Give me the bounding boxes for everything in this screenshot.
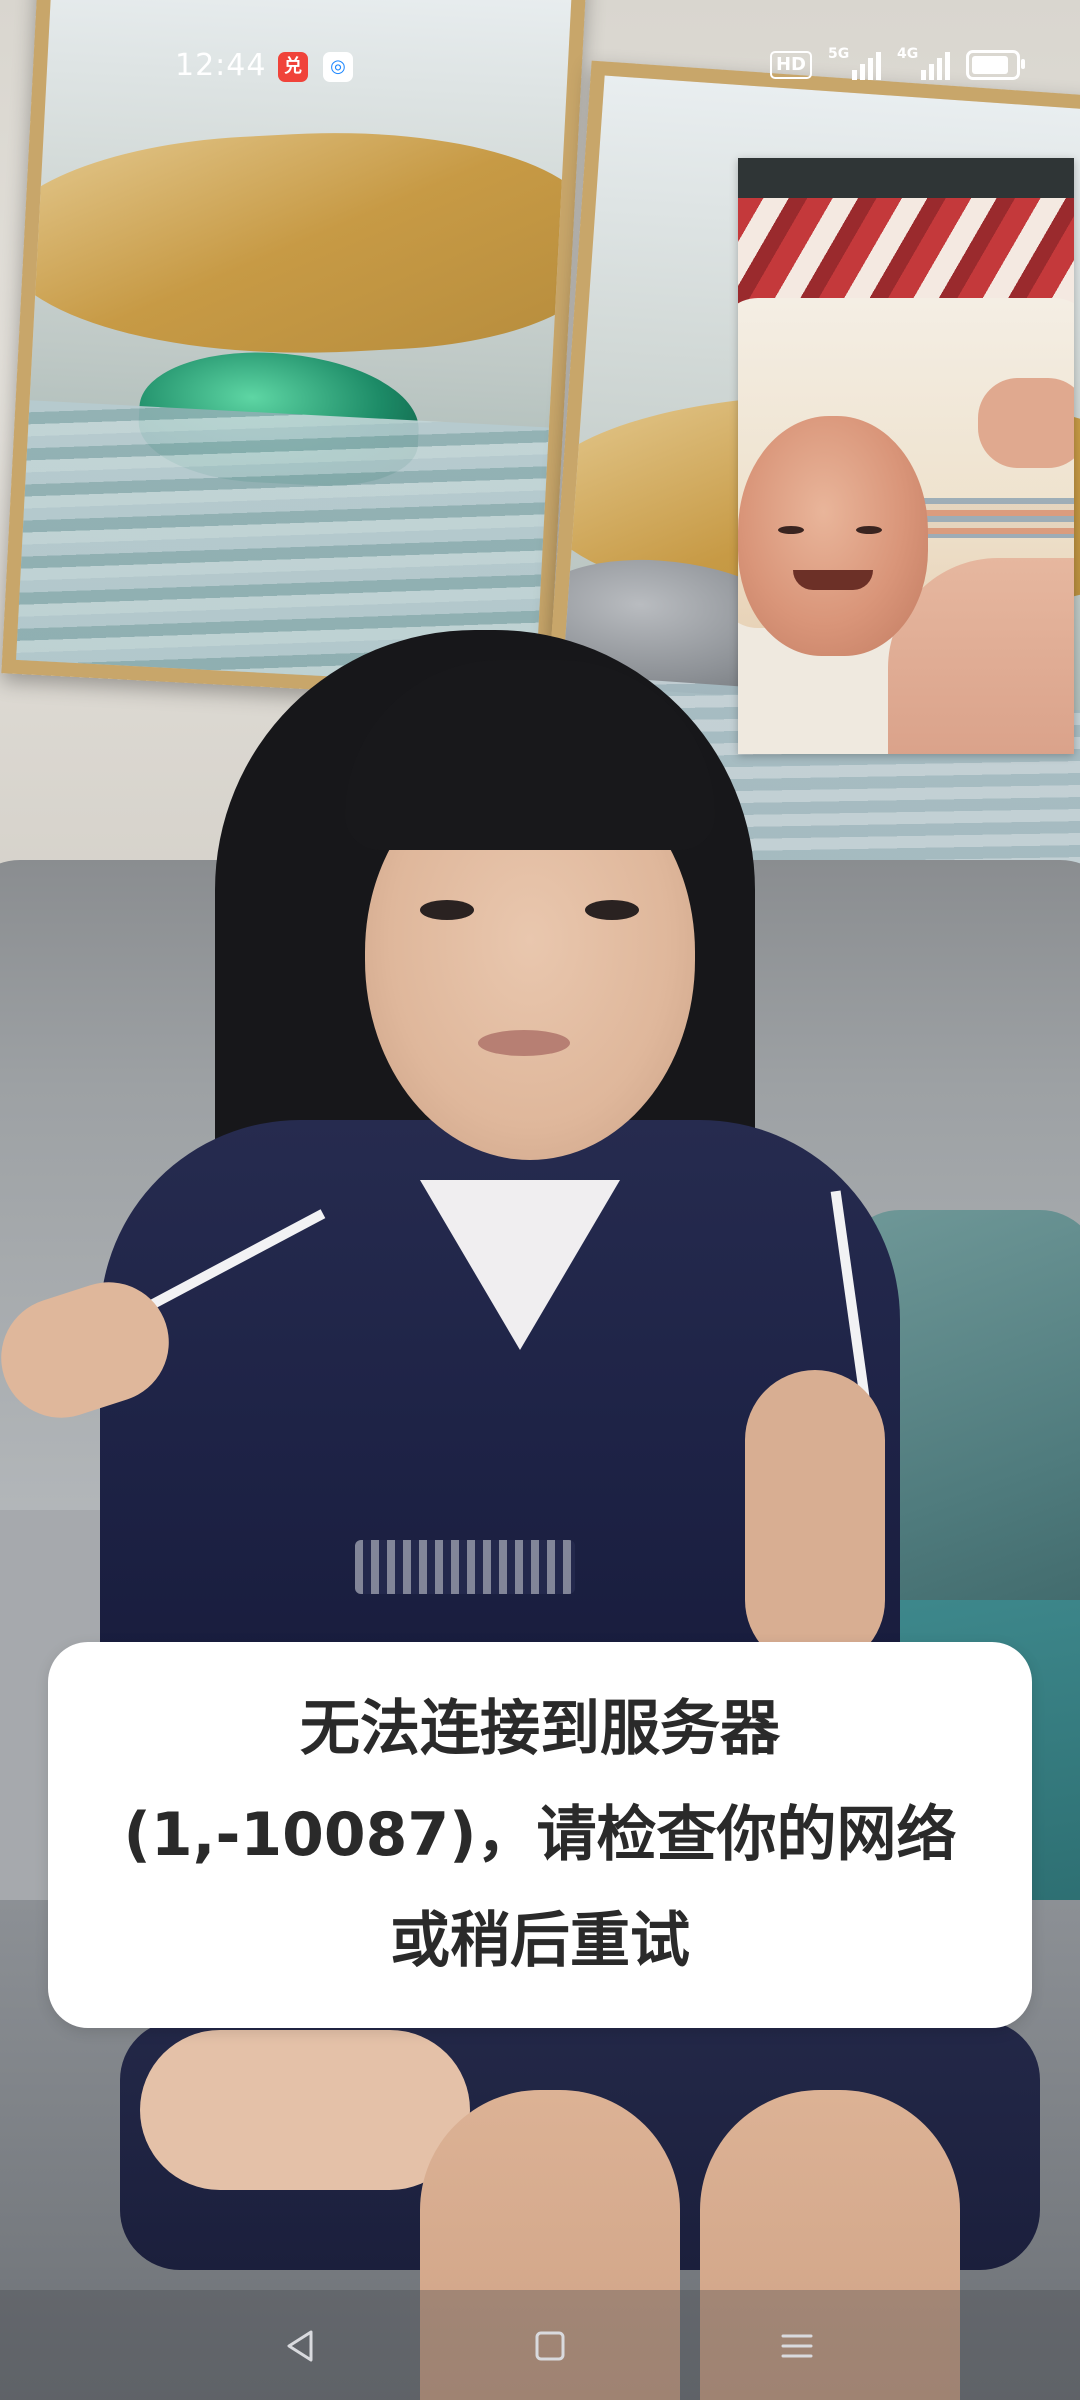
battery-icon bbox=[966, 50, 1025, 80]
status-indicators: HD 5G 4G bbox=[769, 46, 1025, 80]
back-button[interactable] bbox=[266, 2314, 336, 2378]
app-notification-icon: ◎ bbox=[323, 52, 353, 82]
signal-5g-icon: 5G bbox=[828, 46, 881, 80]
home-button[interactable] bbox=[515, 2314, 585, 2378]
navigation-bar bbox=[0, 2290, 1080, 2400]
error-line-2: (1,-10087)，请检查你的网络 bbox=[123, 1800, 957, 1870]
connection-error-toast: 无法连接到服务器 (1,-10087)，请检查你的网络 或稍后重试 bbox=[48, 1642, 1032, 2028]
signal-4g-icon: 4G bbox=[897, 46, 950, 80]
hd-voice-icon: HD bbox=[769, 51, 812, 79]
back-icon bbox=[287, 2330, 313, 2362]
status-bar: 12:44 兑 ◎ HD 5G 4G bbox=[0, 0, 1080, 130]
error-line-3: 或稍后重试 bbox=[390, 1906, 690, 1976]
network-type-label: 5G bbox=[828, 46, 850, 62]
preview-person bbox=[738, 416, 928, 656]
local-camera-preview[interactable] bbox=[738, 158, 1074, 754]
status-time: 12:44 bbox=[175, 48, 267, 83]
error-message: 无法连接到服务器 (1,-10087)，请检查你的网络 或稍后重试 bbox=[100, 1676, 980, 1994]
menu-icon bbox=[781, 2334, 813, 2358]
app-notification-icon: 兑 bbox=[278, 52, 308, 82]
network-type-label: 4G bbox=[897, 46, 919, 62]
home-icon bbox=[535, 2331, 565, 2361]
error-line-1: 无法连接到服务器 bbox=[300, 1694, 780, 1764]
recents-button[interactable] bbox=[762, 2314, 832, 2378]
